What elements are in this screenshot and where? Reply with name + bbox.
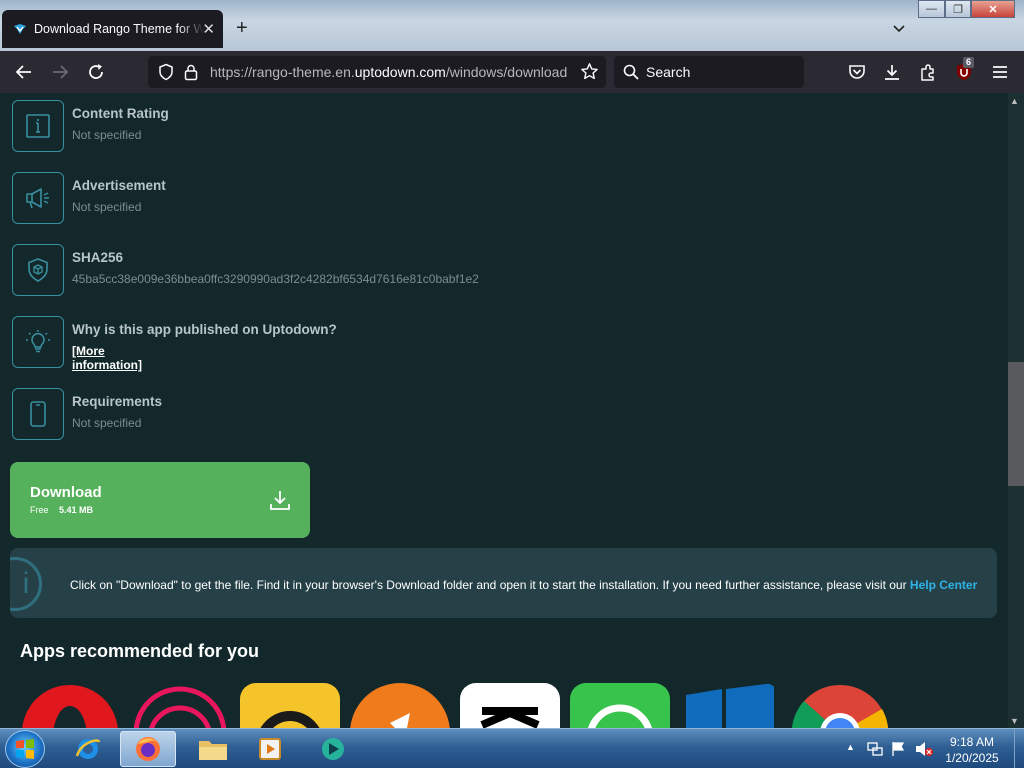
search-box[interactable]: Search	[614, 56, 804, 88]
volume-muted-icon[interactable]	[914, 740, 934, 758]
why-published-title: Why is this app published on Uptodown?	[72, 322, 337, 337]
advertisement-icon-box	[12, 172, 64, 224]
action-center-flag-icon[interactable]	[890, 740, 906, 758]
info-icon	[26, 114, 50, 138]
scroll-down-arrow-icon[interactable]: ▼	[1010, 716, 1019, 726]
tab-title: Download Rango Theme for Windows	[34, 22, 204, 36]
minimize-button[interactable]: —	[918, 0, 945, 18]
whatsapp-icon[interactable]	[570, 683, 670, 728]
extensions-puzzle-icon[interactable]	[918, 62, 938, 82]
advertisement-value: Not specified	[72, 200, 142, 214]
megaphone-icon	[26, 188, 49, 209]
help-center-link[interactable]: Help Center	[910, 578, 977, 592]
sha256-icon-box	[12, 244, 64, 296]
recommended-apps-heading: Apps recommended for you	[20, 641, 260, 661]
yellow-app-icon[interactable]	[240, 683, 340, 728]
taskbar-file-explorer[interactable]	[185, 731, 241, 767]
advertisement-title: Advertisement	[72, 178, 166, 193]
window-controls: — ❐ ✕	[918, 0, 1015, 18]
forward-arrow-icon[interactable]	[50, 62, 70, 82]
notice-info-icon: i	[10, 557, 42, 611]
system-clock[interactable]: 9:18 AM 1/20/2025	[932, 734, 1012, 766]
download-arrow-icon	[270, 491, 290, 510]
content-rating-value: Not specified	[72, 128, 142, 142]
clock-time: 9:18 AM	[949, 735, 995, 749]
download-size: 5.41 MB	[59, 505, 94, 515]
search-icon	[623, 64, 639, 80]
uptodown-favicon-icon	[14, 24, 26, 34]
back-arrow-icon[interactable]	[14, 62, 34, 82]
requirements-icon-box	[12, 388, 64, 440]
requirements-title: Requirements	[72, 394, 163, 409]
capcut-icon[interactable]	[460, 683, 560, 728]
network-icon[interactable]	[866, 741, 884, 757]
firefox-icon	[136, 737, 160, 761]
scroll-up-arrow-icon[interactable]: ▲	[1010, 96, 1019, 106]
shield-cube-icon	[28, 258, 48, 282]
content-rating-icon-box	[12, 100, 64, 152]
tracking-shield-icon[interactable]	[157, 63, 175, 81]
maximize-button[interactable]: ❐	[945, 0, 971, 18]
chrome-icon[interactable]	[790, 683, 890, 728]
lock-icon[interactable]	[183, 63, 199, 81]
download-label: Download	[30, 484, 102, 501]
opera-icon[interactable]	[20, 683, 120, 728]
page-content: Content Rating Not specified Advertiseme…	[0, 93, 1008, 728]
navigation-toolbar: https://rango-theme.en.uptodown.com/wind…	[0, 51, 1024, 93]
download-free-label: Free	[30, 505, 49, 515]
taskbar-media-player[interactable]	[242, 731, 298, 767]
tab-close-icon[interactable]: ✕	[202, 20, 215, 38]
show-desktop-button[interactable]	[1014, 729, 1024, 768]
new-tab-button[interactable]: +	[236, 18, 248, 38]
more-information-link[interactable]: [More information]	[72, 344, 142, 372]
page-scrollbar-thumb[interactable]	[1008, 362, 1024, 486]
windows-icon[interactable]	[680, 683, 780, 728]
green-app-icon	[322, 738, 344, 760]
list-all-tabs-icon[interactable]	[891, 20, 907, 36]
notice-text: Click on "Download" to get the file. Fin…	[70, 578, 978, 592]
bookmark-star-icon[interactable]	[580, 62, 599, 81]
download-instructions-notice: i Click on "Download" to get the file. F…	[10, 548, 997, 618]
download-button[interactable]: Download Free 5.41 MB	[10, 462, 310, 538]
content-rating-title: Content Rating	[72, 106, 169, 121]
taskbar-internet-explorer[interactable]	[60, 731, 116, 767]
show-hidden-icons-arrow-icon[interactable]: ▲	[846, 742, 855, 752]
reload-icon[interactable]	[86, 62, 106, 82]
internet-explorer-icon	[75, 739, 101, 759]
why-published-icon-box	[12, 316, 64, 368]
phone-icon	[30, 401, 46, 427]
url-text: https://rango-theme.en.uptodown.com/wind…	[210, 64, 568, 80]
clock-date: 1/20/2025	[945, 751, 999, 765]
opera-gx-icon[interactable]	[130, 683, 230, 728]
hamburger-menu-icon[interactable]	[990, 62, 1010, 82]
downloads-icon[interactable]	[882, 62, 902, 82]
pocket-icon[interactable]	[847, 62, 867, 82]
browser-tab-active[interactable]: Download Rango Theme for Windows ✕	[2, 10, 223, 48]
extension-badge-count: 6	[963, 57, 975, 68]
browser-titlebar: Download Rango Theme for Windows ✕ + — ❐…	[0, 0, 1024, 51]
windows-logo-icon	[16, 739, 34, 759]
search-placeholder: Search	[646, 64, 691, 80]
media-player-icon	[259, 738, 281, 760]
requirements-value: Not specified	[72, 416, 142, 430]
sha256-title: SHA256	[72, 250, 124, 265]
start-button[interactable]	[5, 730, 45, 768]
taskbar-app[interactable]	[305, 731, 361, 767]
windows-taskbar: ▲ 9:18 AM 1/20/2025	[0, 728, 1024, 768]
lightbulb-icon	[26, 330, 50, 353]
close-window-button[interactable]: ✕	[971, 0, 1015, 18]
folder-icon	[199, 741, 227, 760]
sha256-value: 45ba5cc38e009e36bbea0ffc3290990ad3f2c428…	[72, 272, 479, 286]
address-bar[interactable]: https://rango-theme.en.uptodown.com/wind…	[148, 56, 606, 88]
orange-app-icon[interactable]	[350, 683, 450, 728]
taskbar-firefox[interactable]	[120, 731, 176, 767]
